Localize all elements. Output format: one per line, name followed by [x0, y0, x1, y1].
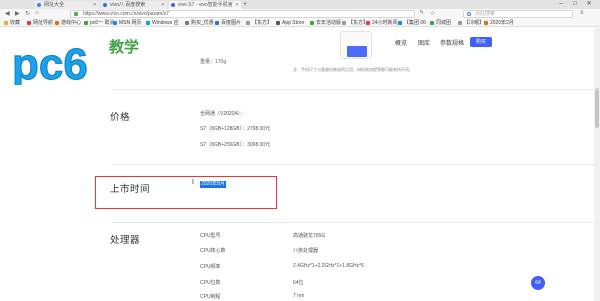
bookmark-item[interactable]: 收藏 — [4, 19, 20, 27]
close-icon[interactable]: ✕ — [235, 1, 239, 9]
bolt-icon[interactable]: ϟ — [420, 10, 423, 16]
spec-label: CPU核心数 — [200, 248, 226, 254]
price-row: S7（8GB+256GB）：3098.00元 — [200, 142, 271, 148]
bookmark-item[interactable]: 百度图片 — [215, 19, 241, 27]
tab-title: vivo八 百度搜索 — [110, 2, 146, 8]
spec-label: CPU位数 — [200, 280, 221, 286]
close-icon[interactable]: ✕ — [161, 1, 165, 9]
site-icon — [366, 20, 370, 25]
size-note: 注：手机尺寸与重量仅做说明之用，材料和流程等都可能有所不同。 — [293, 67, 413, 72]
close-icon[interactable]: ✕ — [93, 1, 97, 9]
home-icon[interactable]: ⌂ — [35, 10, 39, 16]
search-engine-icon — [467, 12, 471, 16]
tab-title: vivo S7 - vivo智能手机官 — [178, 2, 233, 8]
bookmark-item[interactable]: 2020年2月 — [484, 19, 514, 27]
bookmark-item[interactable]: 同城团 — [430, 19, 451, 27]
spec-value: 八核处理器 — [293, 248, 319, 254]
buy-button[interactable]: 购买 — [470, 37, 492, 47]
secure-icon — [74, 12, 78, 16]
back-icon[interactable]: ◀ — [5, 10, 10, 17]
forward-icon[interactable]: ▶ — [15, 10, 20, 17]
bookmark-item[interactable]: 【冷眼】 — [458, 19, 484, 27]
divider — [112, 222, 598, 223]
browser-tab-bar: 网址大全 ✕ vivo八 百度搜索 ✕ vivo S7 - vivo智能手机官 … — [0, 0, 600, 9]
globe-icon — [37, 3, 41, 7]
site-icon — [113, 20, 117, 25]
divider — [112, 89, 598, 90]
spec-label: CPU型号 — [200, 233, 221, 239]
maximize-icon[interactable]: □ — [570, 0, 580, 9]
price-title: 价格 — [110, 112, 131, 123]
refresh-icon[interactable]: ↻ — [25, 10, 30, 17]
bookmark-item[interactable]: 【东方】 — [342, 19, 368, 27]
address-bar[interactable]: https://www.vivo.com.cn/vivo/param/s7 — [70, 10, 415, 18]
floating-badge-button[interactable]: 64 — [531, 276, 545, 290]
baidu-icon — [103, 3, 107, 7]
price-row: 全网通（V2020A）： — [200, 111, 246, 117]
phone-image — [340, 31, 372, 59]
site-icon — [458, 20, 462, 25]
site-icon — [398, 20, 402, 25]
bookmark-item[interactable]: 去年活动版 — [310, 19, 341, 27]
processor-title: 处理器 — [110, 235, 141, 246]
bookmark-item[interactable]: 24小时新闻 — [366, 19, 398, 27]
minimize-icon[interactable]: – — [556, 0, 566, 9]
weight-text: 重量：170g — [200, 59, 227, 65]
divider — [112, 164, 598, 165]
pc6-logo: pc6 教学 — [12, 37, 144, 85]
spec-value: 2.4GHz*1+2.2GHz*1+1.8GHz*6 — [293, 263, 364, 269]
site-icon — [27, 20, 31, 25]
scrollbar-thumb[interactable] — [595, 88, 599, 128]
site-icon — [430, 20, 434, 25]
bookmark-item[interactable]: 游戏中心 — [55, 19, 81, 27]
bookmark-item[interactable]: MSN 网页 — [113, 19, 142, 27]
site-icon — [484, 20, 488, 25]
browser-toolbar: ◀ ▶ ↻ ⌂ https://www.vivo.com.cn/vivo/par… — [0, 9, 600, 19]
browser-tab-active[interactable]: vivo S7 - vivo智能手机官 ✕ — [169, 1, 241, 9]
star-icon — [4, 20, 8, 25]
spec-value: 64位 — [293, 280, 304, 286]
nav-gallery[interactable]: 图库 — [418, 38, 430, 47]
tab-title: 网址大全 — [44, 2, 65, 8]
star-icon[interactable]: ☆ — [430, 10, 435, 17]
baidu-icon — [215, 20, 219, 25]
spec-label: CPU制程 — [200, 294, 221, 300]
search-input[interactable]: 点此搜索 — [463, 10, 573, 18]
nav-specs[interactable]: 参数规格 — [440, 38, 464, 47]
red-highlight-box — [95, 176, 277, 209]
bookmark-item[interactable]: 【集团 06 — [398, 19, 426, 27]
vivo-icon — [171, 3, 175, 7]
url-text: https://www.vivo.com.cn/vivo/param/s7 — [83, 11, 169, 17]
site-icon — [342, 20, 346, 25]
new-tab-icon[interactable]: + — [243, 0, 247, 9]
site-icon — [84, 20, 88, 25]
spec-value: 7 nm — [293, 293, 305, 299]
price-row: S7（8GB+128GB）：2798.00元 — [200, 126, 271, 132]
spec-value: 高通骁龙765G — [293, 233, 326, 239]
site-icon — [185, 20, 189, 25]
site-icon — [310, 20, 314, 25]
bookmark-item[interactable]: pc6一 取消 — [84, 19, 114, 27]
search-placeholder: 点此搜索 — [475, 11, 496, 17]
site-icon — [55, 20, 59, 25]
logo-badge: 教学 — [108, 38, 139, 56]
bookmark-item[interactable]: App Store — [276, 19, 304, 27]
close-window-icon[interactable]: ✕ — [584, 0, 594, 9]
bookmarks-bar: 收藏 网址导航 游戏中心 pc6一 取消 MSN 网页 Windows 应 购买… — [0, 19, 600, 27]
apple-icon — [276, 20, 280, 25]
spec-label: CPU频率 — [200, 264, 221, 270]
browser-tab[interactable]: vivo八 百度搜索 ✕ — [101, 1, 167, 9]
bookmark-item[interactable]: 网址导航 — [27, 19, 53, 27]
bookmark-item[interactable]: 购买_优惠 — [185, 19, 214, 27]
menu-icon[interactable]: ≡ — [580, 10, 584, 16]
nav-overview[interactable]: 概览 — [395, 38, 407, 47]
bookmark-item[interactable]: 【东方】 — [246, 19, 272, 27]
browser-tab[interactable]: 网址大全 ✕ — [35, 1, 99, 9]
windows-icon — [146, 20, 150, 25]
bookmark-item[interactable]: Windows 应 — [146, 19, 179, 27]
site-icon — [246, 20, 250, 25]
logo-letters: pc6 — [12, 40, 88, 85]
phone-screen — [347, 46, 367, 57]
